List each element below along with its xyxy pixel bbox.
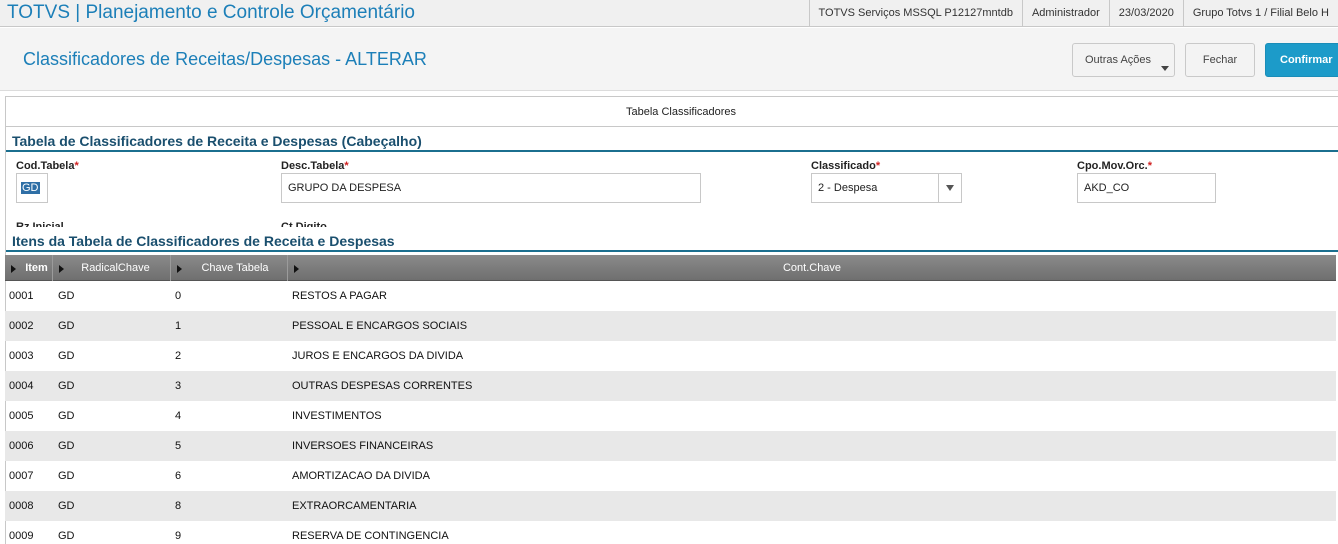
column-header-radical-chave[interactable]: RadicalChave	[53, 255, 171, 281]
ct-digito-label: Ct.Digito	[281, 222, 327, 227]
grid-header: Item RadicalChave Chave Tabela Cont.Chav…	[5, 255, 1336, 281]
triangle-right-icon	[294, 265, 299, 273]
date-label[interactable]: 23/03/2020	[1108, 0, 1183, 27]
environment-label[interactable]: TOTVS Serviços MSSQL P12127mntdb	[808, 0, 1022, 27]
cod-tabela-value: GD	[21, 182, 40, 194]
fechar-button[interactable]: Fechar	[1185, 43, 1255, 77]
column-header-item[interactable]: Item	[5, 255, 53, 281]
branch-label[interactable]: Grupo Totvs 1 / Filial Belo H	[1182, 0, 1338, 27]
table-row[interactable]: 0008 GD 8 EXTRAORCAMENTARIA	[5, 491, 1336, 521]
cod-tabela-field[interactable]: GD	[16, 173, 48, 203]
desc-tabela-label: Desc.Tabela*	[281, 160, 349, 172]
triangle-right-icon	[177, 265, 182, 273]
table-row[interactable]: 0009 GD 9 RESERVA DE CONTINGENCIA	[5, 521, 1336, 544]
items-section-title: Itens da Tabela de Classificadores de Re…	[12, 233, 395, 249]
classificado-value: 2 - Despesa	[818, 182, 878, 194]
table-row[interactable]: 0005 GD 4 INVESTIMENTOS	[5, 401, 1336, 431]
page-title: Classificadores de Receitas/Despesas - A…	[23, 49, 427, 69]
cpo-mov-orc-field[interactable]: AKD_CO	[1077, 173, 1216, 203]
tab-label: Tabela Classificadores	[625, 106, 737, 118]
section-divider	[6, 250, 1338, 252]
chevron-down-icon	[1161, 66, 1169, 71]
desc-tabela-field[interactable]: GRUPO DA DESPESA	[281, 173, 701, 203]
column-header-chave-tabela[interactable]: Chave Tabela	[171, 255, 288, 281]
session-info: TOTVS Serviços MSSQL P12127mntdb Adminis…	[808, 0, 1338, 27]
classificado-label: Classificado*	[811, 160, 881, 172]
user-label[interactable]: Administrador	[1021, 0, 1109, 27]
outras-acoes-button[interactable]: Outras Ações	[1072, 43, 1175, 77]
items-grid: Item RadicalChave Chave Tabela Cont.Chav…	[5, 255, 1336, 544]
cod-tabela-label: Cod.Tabela*	[16, 160, 79, 172]
confirmar-button[interactable]: Confirmar	[1265, 43, 1338, 77]
page-header: Classificadores de Receitas/Despesas - A…	[0, 28, 1338, 91]
table-row[interactable]: 0006 GD 5 INVERSOES FINANCEIRAS	[5, 431, 1336, 461]
column-header-cont-chave[interactable]: Cont.Chave	[288, 255, 1336, 281]
table-row[interactable]: 0002 GD 1 PESSOAL E ENCARGOS SOCIAIS	[5, 311, 1336, 341]
table-row[interactable]: 0003 GD 2 JUROS E ENCARGOS DA DIVIDA	[5, 341, 1336, 371]
top-bar: TOTVS | Planejamento e Controle Orçament…	[0, 0, 1338, 27]
section-divider	[6, 150, 1338, 152]
chevron-down-icon[interactable]	[938, 174, 961, 202]
triangle-right-icon	[11, 265, 16, 273]
table-row[interactable]: 0004 GD 3 OUTRAS DESPESAS CORRENTES	[5, 371, 1336, 401]
outras-acoes-label: Outras Ações	[1085, 54, 1152, 66]
table-row[interactable]: 0007 GD 6 AMORTIZACAO DA DIVIDA	[5, 461, 1336, 491]
table-row[interactable]: 0001 GD 0 RESTOS A PAGAR	[5, 281, 1336, 311]
header-section-title: Tabela de Classificadores de Receita e D…	[12, 133, 422, 149]
rz-inicial-label: Rz.Inicial	[16, 222, 64, 227]
app-title: TOTVS | Planejamento e Controle Orçament…	[7, 2, 415, 23]
tab-tabela-classificadores[interactable]: Tabela Classificadores	[5, 96, 1338, 127]
triangle-right-icon	[59, 265, 64, 273]
classificado-select[interactable]: 2 - Despesa	[811, 173, 962, 203]
cpo-mov-orc-value: AKD_CO	[1084, 182, 1130, 194]
cpo-mov-orc-label: Cpo.Mov.Orc.*	[1077, 160, 1152, 172]
desc-tabela-value: GRUPO DA DESPESA	[288, 182, 402, 194]
